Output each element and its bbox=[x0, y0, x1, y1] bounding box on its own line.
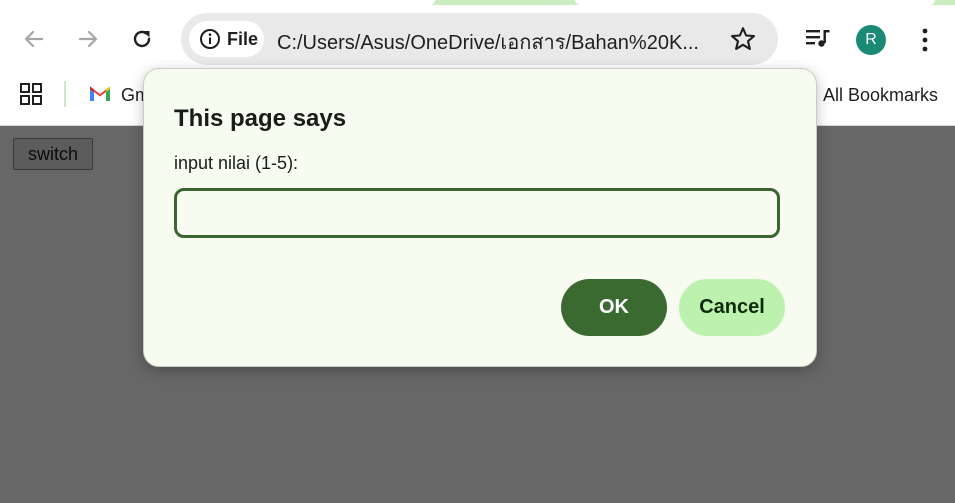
arrow-right-icon bbox=[78, 30, 98, 48]
gmail-icon[interactable] bbox=[89, 85, 111, 102]
forward-button[interactable] bbox=[68, 19, 108, 59]
switch-button[interactable]: switch bbox=[13, 138, 93, 170]
reload-button[interactable] bbox=[122, 19, 162, 59]
dialog-title: This page says bbox=[174, 105, 347, 132]
ok-button[interactable]: OK bbox=[561, 279, 667, 336]
address-bar[interactable]: File C:/Users/Asus/OneDrive/เอกสาร/Bahan… bbox=[181, 13, 778, 65]
all-bookmarks-button[interactable]: All Bookmarks bbox=[823, 85, 938, 106]
browser-toolbar: File C:/Users/Asus/OneDrive/เอกสาร/Bahan… bbox=[0, 5, 955, 73]
prompt-dialog: This page says input nilai (1-5): OK Can… bbox=[143, 68, 817, 367]
site-info-label: File bbox=[227, 28, 259, 49]
reload-icon bbox=[133, 30, 151, 48]
site-info-chip[interactable]: File bbox=[189, 21, 264, 57]
kebab-menu-icon[interactable] bbox=[919, 27, 931, 53]
url-text[interactable]: C:/Users/Asus/OneDrive/เอกสาร/Bahan%20K.… bbox=[277, 26, 699, 58]
profile-avatar[interactable]: R bbox=[856, 25, 886, 55]
media-queue-icon[interactable] bbox=[805, 27, 831, 49]
cancel-button[interactable]: Cancel bbox=[679, 279, 785, 336]
arrow-left-icon bbox=[24, 30, 44, 48]
prompt-input[interactable] bbox=[174, 188, 780, 238]
dialog-message: input nilai (1-5): bbox=[174, 153, 299, 173]
bookmark-divider bbox=[64, 81, 66, 107]
avatar-letter: R bbox=[865, 31, 877, 48]
back-button[interactable] bbox=[14, 19, 54, 59]
star-icon[interactable] bbox=[729, 25, 757, 53]
info-icon bbox=[200, 29, 220, 49]
apps-grid-icon[interactable] bbox=[20, 83, 42, 105]
